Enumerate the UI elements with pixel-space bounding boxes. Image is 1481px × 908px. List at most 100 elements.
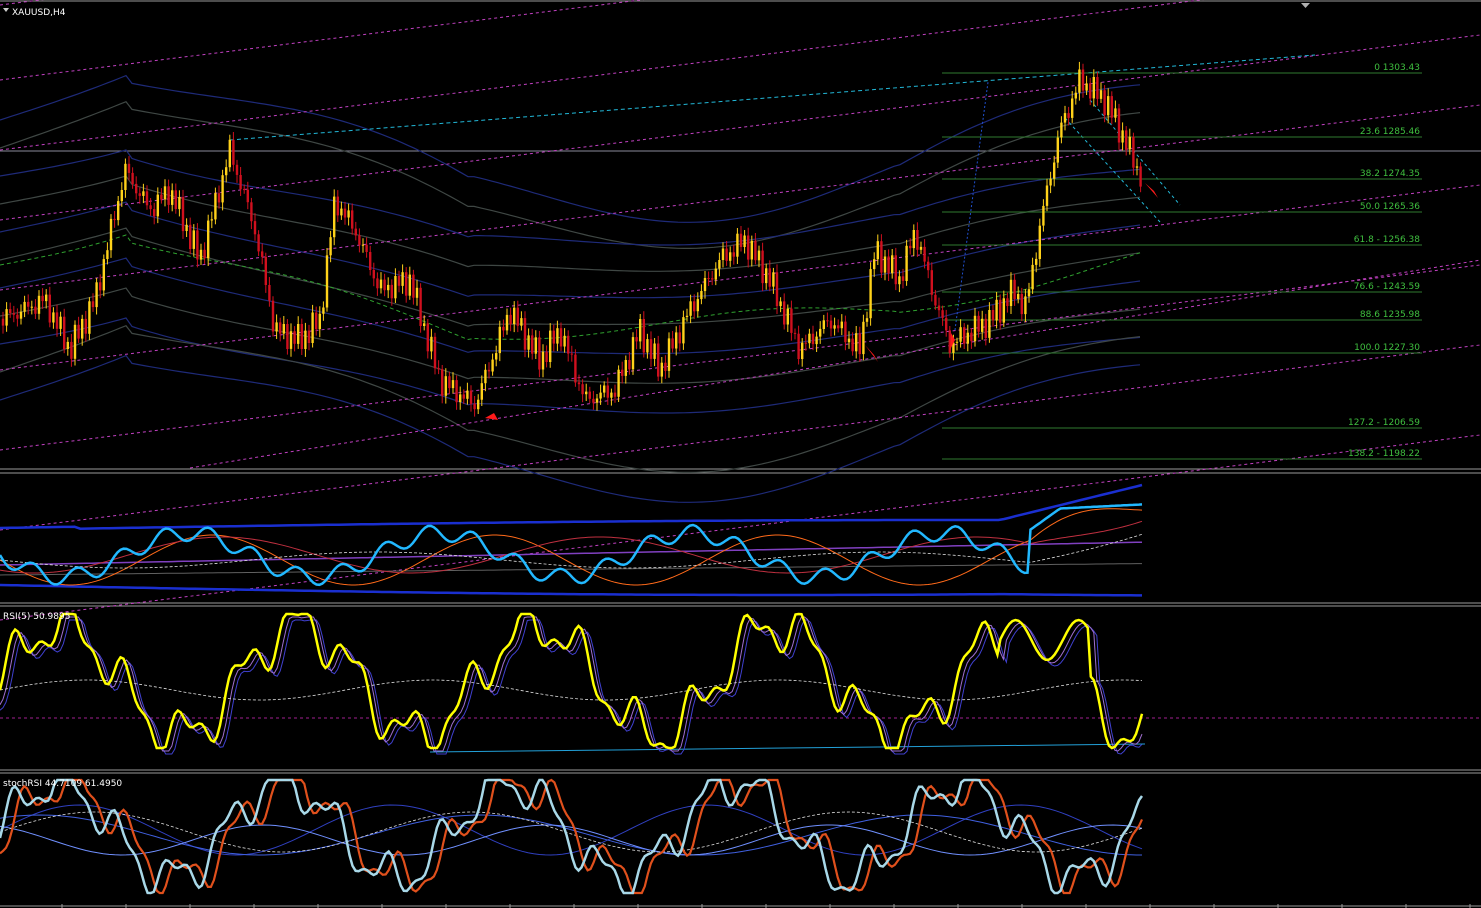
candle-body xyxy=(181,197,185,232)
candle-body xyxy=(1125,130,1128,150)
chart-canvas[interactable]: 0 1303.43 23.6 1285.46 38.2 1274.35 50.0 12… xyxy=(0,0,1481,908)
candle-body xyxy=(315,312,318,330)
candle-body xyxy=(163,186,167,200)
candle-body xyxy=(135,183,138,194)
candle-body xyxy=(761,250,764,284)
candle-body xyxy=(883,256,887,273)
candle-body xyxy=(455,380,458,403)
candle-body xyxy=(1063,113,1067,123)
candle-body xyxy=(451,380,455,389)
candle-body xyxy=(959,327,962,342)
candle-body xyxy=(462,394,465,399)
candle-body xyxy=(37,295,41,314)
candle-body xyxy=(693,301,696,312)
signal-arrow-icon xyxy=(1145,183,1158,198)
candle-body xyxy=(142,191,145,196)
candle-body xyxy=(1132,136,1135,168)
candle-body xyxy=(138,193,141,196)
candle-body xyxy=(739,233,743,247)
candle-body xyxy=(531,335,534,354)
candle-body xyxy=(1017,294,1020,300)
candle-body xyxy=(203,249,206,259)
candle-body xyxy=(657,343,660,377)
channel-line xyxy=(189,259,1481,469)
candle-body xyxy=(527,335,530,350)
candle-body xyxy=(459,394,462,403)
candle-body xyxy=(970,332,973,342)
candle-body xyxy=(491,359,494,372)
fib-level-label: 138.2 - 1198.22 xyxy=(1348,449,1420,459)
candle-body xyxy=(718,260,721,269)
candle-body xyxy=(383,279,386,291)
candle-body xyxy=(851,338,854,352)
candle-body xyxy=(1071,98,1074,118)
candle-body xyxy=(768,268,771,287)
candle-body xyxy=(117,201,120,221)
candle-body xyxy=(541,351,545,370)
candle-body xyxy=(441,369,444,396)
candle-body xyxy=(534,337,537,354)
candle-body xyxy=(945,317,948,331)
osc-slow-line xyxy=(0,563,1142,576)
candle-body xyxy=(304,330,307,349)
candle-body xyxy=(167,186,170,205)
candle-body xyxy=(1078,69,1081,93)
candle-body xyxy=(898,276,901,285)
candle-body xyxy=(469,390,473,404)
candle-body xyxy=(772,272,775,287)
candle-body xyxy=(556,328,559,344)
candle-body xyxy=(729,252,732,261)
candle-body xyxy=(520,318,523,326)
candle-body xyxy=(423,323,426,326)
candle-body xyxy=(207,220,210,259)
candle-body xyxy=(88,301,91,334)
candle-body xyxy=(545,351,548,362)
rsi-pane-title: RSI(5) 50.9895 xyxy=(3,612,70,622)
stoch-average-line xyxy=(0,811,1143,853)
triangle-down-icon[interactable] xyxy=(3,8,9,12)
candle-body xyxy=(81,318,84,339)
candle-body xyxy=(102,259,105,291)
candle-body xyxy=(365,244,368,252)
candle-body xyxy=(790,308,793,333)
candle-body xyxy=(1013,279,1016,300)
candle-body xyxy=(77,324,80,339)
candle-body xyxy=(426,323,429,352)
candle-body xyxy=(1096,77,1099,99)
rsi-support-line xyxy=(429,743,1146,753)
signal-arrow-icon xyxy=(485,413,498,420)
candle-body xyxy=(747,235,750,260)
candle-body xyxy=(603,385,606,393)
candle-body xyxy=(45,294,48,302)
candle-body xyxy=(995,299,998,321)
candle-body xyxy=(675,332,678,349)
candle-body xyxy=(624,360,627,376)
candle-body xyxy=(221,175,224,203)
triangle-down-icon[interactable] xyxy=(1301,3,1310,8)
candle-body xyxy=(538,337,541,370)
candle-body xyxy=(667,338,671,371)
candle-body xyxy=(901,276,905,281)
candle-body xyxy=(1128,136,1131,150)
candle-body xyxy=(999,299,1002,323)
candle-body xyxy=(354,228,357,236)
candle-body xyxy=(311,312,314,343)
candle-body xyxy=(844,321,847,343)
candle-body xyxy=(646,339,649,353)
candle-body xyxy=(412,274,415,298)
candle-body xyxy=(725,248,728,261)
candle-body xyxy=(1002,298,1005,323)
candle-body xyxy=(1085,83,1088,91)
candle-body xyxy=(610,392,613,398)
candle-body xyxy=(732,252,735,257)
candle-body xyxy=(1049,178,1052,186)
candle-body xyxy=(689,301,692,316)
candle-body xyxy=(585,391,588,395)
candle-body xyxy=(297,324,300,344)
candle-body xyxy=(513,307,516,325)
candle-body xyxy=(19,311,23,319)
candle-body xyxy=(783,301,786,325)
candle-body xyxy=(120,190,123,202)
candle-body xyxy=(909,245,912,249)
candle-body xyxy=(1114,108,1117,118)
